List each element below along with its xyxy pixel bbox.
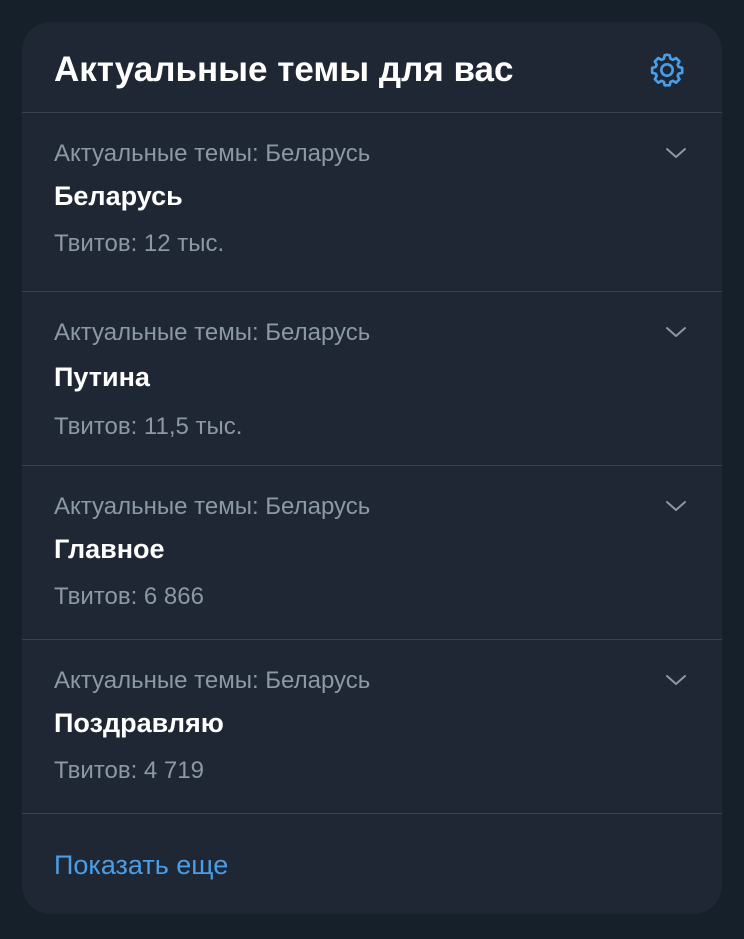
trend-more-button[interactable] [660, 490, 692, 522]
trend-item[interactable]: Актуальные темы: Беларусь Поздравляю Тви… [22, 640, 722, 814]
trend-tweet-count: Твитов: 4 719 [54, 757, 204, 784]
trend-item[interactable]: Актуальные темы: Беларусь Путина Твитов:… [22, 292, 722, 466]
trend-more-button[interactable] [660, 664, 692, 696]
trend-name: Путина [54, 362, 150, 392]
trend-context: Актуальные темы: Беларусь [54, 319, 371, 346]
trends-title: Актуальные темы для вас [54, 50, 514, 89]
chevron-down-icon [666, 327, 686, 337]
trend-more-button[interactable] [660, 316, 692, 348]
show-more-label: Показать еще [54, 850, 229, 880]
trend-context: Актуальные темы: Беларусь [54, 667, 371, 694]
trend-tweet-count: Твитов: 6 866 [54, 583, 204, 610]
chevron-down-icon [666, 675, 686, 685]
trend-item[interactable]: Актуальные темы: Беларусь Главное Твитов… [22, 466, 722, 640]
trend-item[interactable]: Актуальные темы: Беларусь Беларусь Твито… [22, 113, 722, 292]
trend-context: Актуальные темы: Беларусь [54, 140, 371, 167]
trend-more-button[interactable] [660, 137, 692, 169]
trends-header: Актуальные темы для вас [22, 22, 722, 113]
chevron-down-icon [666, 501, 686, 511]
trend-name: Беларусь [54, 181, 183, 211]
trend-tweet-count: Твитов: 12 тыс. [54, 230, 225, 257]
trend-context: Актуальные темы: Беларусь [54, 493, 371, 520]
trend-name: Главное [54, 534, 165, 564]
show-more-link[interactable]: Показать еще [22, 814, 722, 914]
trends-card: Актуальные темы для вас Актуальные темы:… [22, 22, 722, 914]
chevron-down-icon [666, 148, 686, 158]
gear-icon [650, 53, 684, 87]
trend-name: Поздравляю [54, 708, 224, 738]
trend-tweet-count: Твитов: 11,5 тыс. [54, 413, 243, 440]
settings-button[interactable] [646, 49, 688, 91]
